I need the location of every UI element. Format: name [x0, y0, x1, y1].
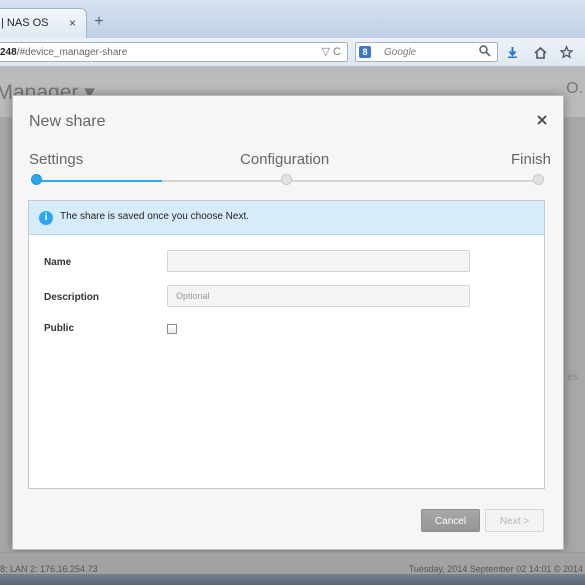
step-settings: Settings: [29, 151, 84, 168]
new-share-dialog: New share Settings Configuration Finish …: [12, 95, 564, 550]
wizard-progress-fill: [36, 180, 162, 182]
network-status-text: 8; LAN 2: 176.16.254.73: [0, 564, 98, 574]
download-icon[interactable]: [505, 45, 520, 60]
search-icon[interactable]: [478, 44, 492, 58]
cancel-button[interactable]: Cancel: [421, 509, 480, 532]
address-bar[interactable]: 248/#device_manager-share ▽ C: [0, 42, 348, 62]
browser-search-box[interactable]: 8 Google: [355, 42, 498, 62]
name-input[interactable]: [167, 250, 470, 272]
address-bar-path: /#device_manager-share: [16, 47, 128, 58]
search-engine-icon[interactable]: 8: [359, 46, 371, 58]
description-input[interactable]: [167, 285, 470, 307]
new-tab-icon[interactable]: +: [92, 14, 106, 30]
browser-tab[interactable]: | NAS OS ×: [0, 8, 87, 38]
date-time-text: Tuesday, 2014 September 02 14:01 © 2014: [408, 564, 583, 574]
dialog-title: New share: [29, 113, 106, 130]
name-label: Name: [44, 257, 72, 268]
home-icon[interactable]: [533, 45, 548, 60]
close-icon[interactable]: [534, 112, 550, 128]
step-dot-settings: [31, 174, 42, 185]
step-finish: Finish: [510, 151, 551, 168]
next-button[interactable]: Next >: [485, 509, 544, 532]
address-bar-icons[interactable]: ▽ C: [322, 45, 341, 58]
app-side-label: es: [567, 372, 578, 383]
info-icon: i: [39, 211, 53, 225]
share-settings-panel: i The share is saved once you choose Nex…: [28, 200, 545, 489]
description-label: Description: [44, 292, 100, 303]
browser-navbar: 248/#device_manager-share ▽ C 8 Google: [0, 38, 585, 67]
public-label: Public: [44, 323, 75, 334]
step-dot-configuration: [281, 174, 292, 185]
browser-tab-title: | NAS OS: [1, 17, 49, 29]
address-bar-host: 248: [0, 47, 17, 58]
browser-tab-bar: | NAS OS × +: [0, 0, 585, 39]
public-checkbox[interactable]: [167, 324, 177, 334]
address-bar-text: 248/#device_manager-share: [0, 47, 127, 58]
app-search-icon[interactable]: O.: [566, 80, 583, 98]
browser-search-placeholder: Google: [384, 47, 417, 58]
star-icon[interactable]: [559, 45, 574, 60]
browser-tab-close-icon[interactable]: ×: [69, 16, 76, 30]
info-banner: i The share is saved once you choose Nex…: [29, 201, 544, 235]
taskbar-strip: [0, 574, 585, 585]
step-configuration: Configuration: [240, 151, 330, 168]
screen: | NAS OS × + 248/#device_manager-share ▽…: [0, 0, 585, 585]
step-dot-finish: [533, 174, 544, 185]
info-message: The share is saved once you choose Next.: [60, 211, 249, 222]
